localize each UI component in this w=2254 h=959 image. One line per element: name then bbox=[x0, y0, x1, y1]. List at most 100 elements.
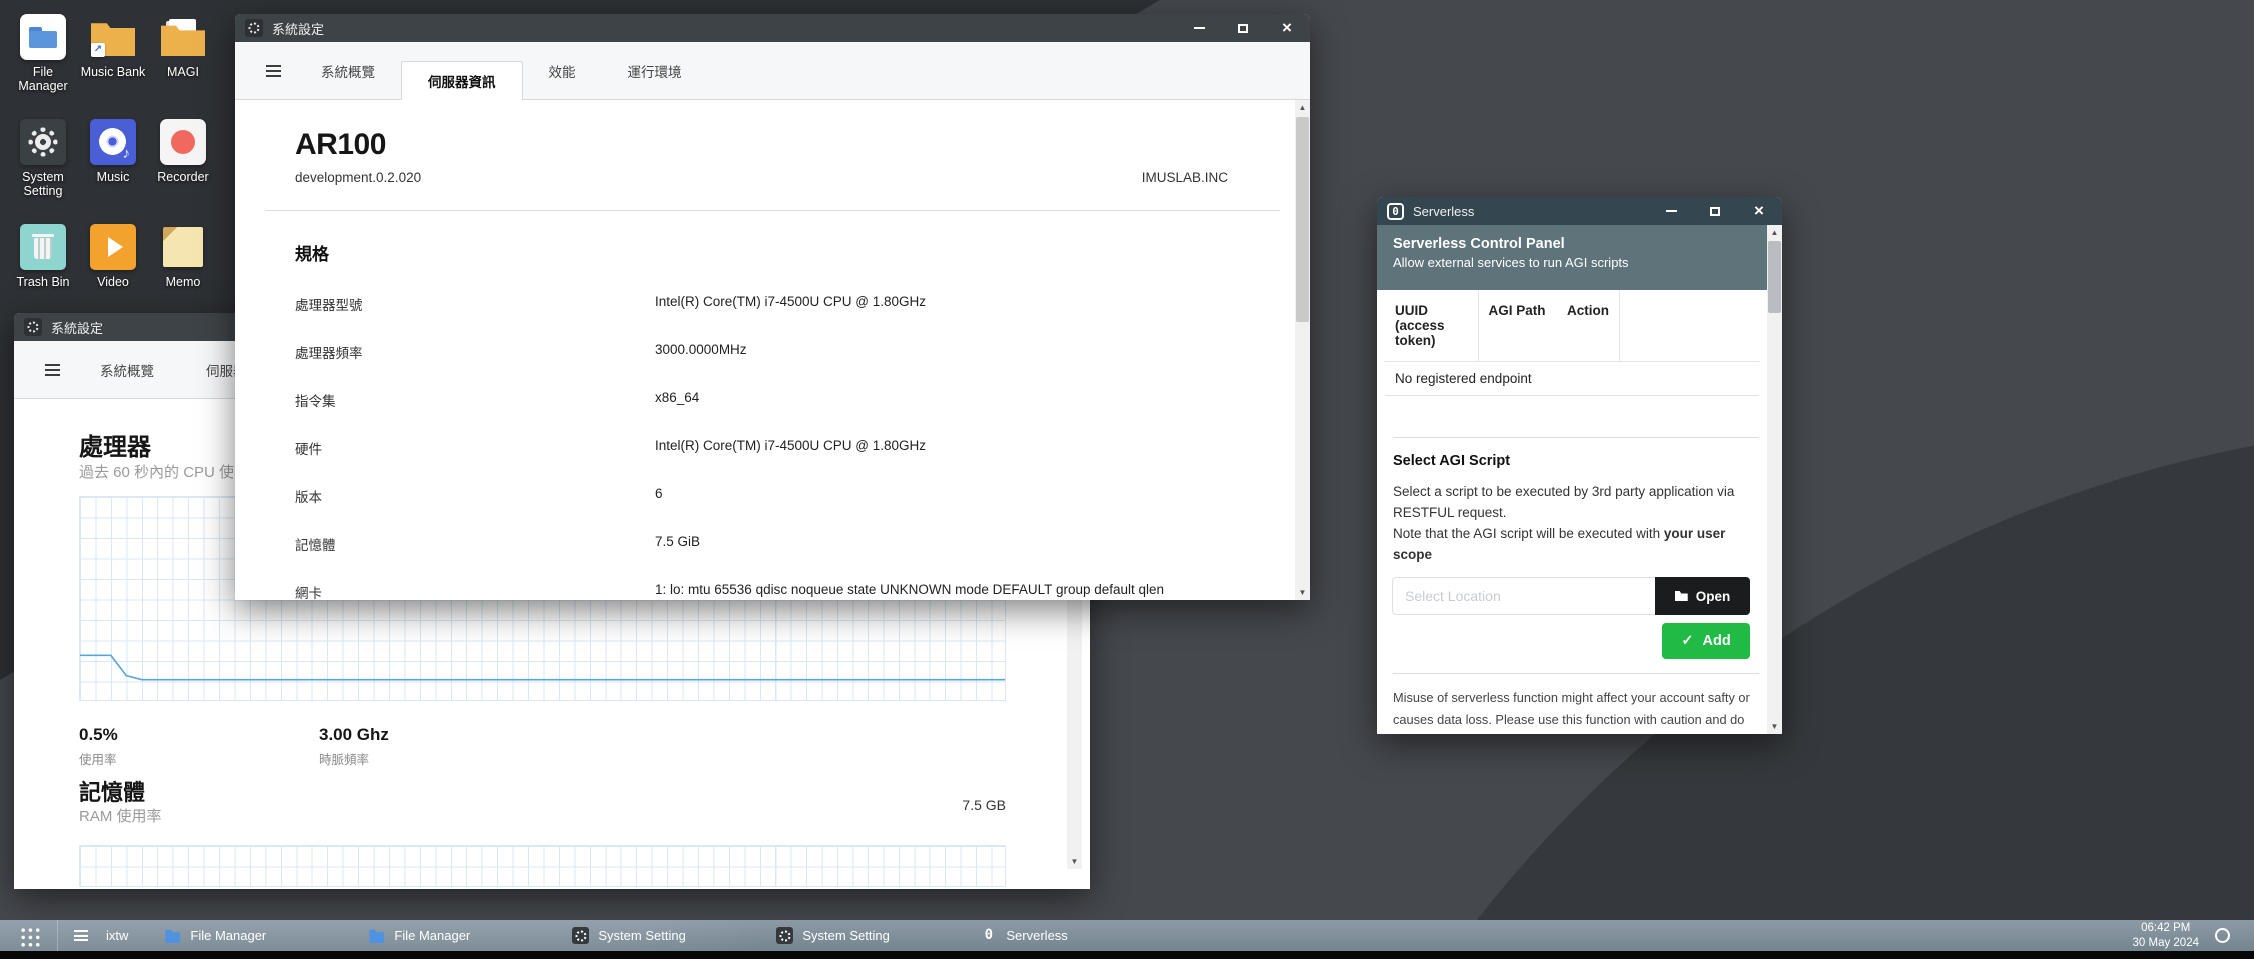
spec-row: 記憶體 7.5 GiB bbox=[295, 526, 1270, 574]
app-icon bbox=[90, 224, 136, 270]
scroll-up-icon[interactable]: ▲ bbox=[1767, 225, 1782, 240]
spec-value: 6 bbox=[655, 486, 1270, 501]
scrollbar[interactable]: ▲ ▼ bbox=[1295, 100, 1310, 600]
folder-icon bbox=[1675, 591, 1688, 601]
spec-label: 版本 bbox=[295, 486, 655, 506]
server-info-content: AR100 development.0.2.020 IMUSLAB.INC 規格… bbox=[235, 100, 1310, 600]
open-button-label: Open bbox=[1696, 589, 1731, 604]
specs-heading: 規格 bbox=[295, 240, 329, 265]
table-header-cell: AGI Path bbox=[1479, 290, 1558, 361]
spec-label: 網卡 bbox=[295, 582, 655, 600]
taskbar-app-icon bbox=[776, 927, 793, 944]
spec-row: 版本 6 bbox=[295, 478, 1270, 526]
window-titlebar[interactable]: 0 Serverless × bbox=[1377, 197, 1782, 225]
spec-label: 指令集 bbox=[295, 390, 655, 410]
scroll-up-icon[interactable]: ▲ bbox=[1295, 100, 1310, 115]
build-version: development.0.2.020 bbox=[295, 170, 421, 185]
close-button[interactable]: × bbox=[1752, 204, 1766, 218]
desktop-icon[interactable]: MAGI bbox=[148, 14, 218, 119]
serverless-content: Serverless Control Panel Allow external … bbox=[1377, 225, 1782, 734]
desktop-icon[interactable]: Music bbox=[78, 119, 148, 224]
maximize-icon bbox=[1238, 24, 1248, 33]
serverless-window: 0 Serverless × Serverless Control Panel … bbox=[1377, 197, 1782, 734]
tab[interactable]: 伺服器資訊 bbox=[401, 61, 523, 100]
add-button-label: Add bbox=[1702, 633, 1730, 649]
app-icon bbox=[160, 119, 206, 165]
hostname: AR100 bbox=[295, 128, 386, 162]
desktop: File Manager Music Bank MAGI System Sett… bbox=[0, 0, 2254, 959]
taskbar-item[interactable]: File Manager bbox=[368, 927, 572, 944]
menu-button[interactable] bbox=[251, 42, 295, 99]
desktop-icon-label: Recorder bbox=[148, 170, 218, 184]
scrollbar-thumb[interactable] bbox=[1768, 241, 1781, 313]
specs-table: 處理器型號 Intel(R) Core(TM) i7-4500U CPU @ 1… bbox=[295, 286, 1270, 600]
username-label: ixtw bbox=[106, 928, 128, 943]
add-button[interactable]: ✓ Add bbox=[1662, 623, 1750, 659]
close-button[interactable]: × bbox=[1280, 21, 1294, 35]
menu-button[interactable] bbox=[30, 341, 74, 398]
taskbar-menu-button[interactable] bbox=[58, 930, 104, 941]
spec-value: x86_64 bbox=[655, 390, 1270, 405]
minimize-button[interactable] bbox=[1664, 204, 1678, 218]
taskbar-app-icon bbox=[164, 927, 181, 944]
desktop-icon[interactable]: Recorder bbox=[148, 119, 218, 224]
script-location-input[interactable] bbox=[1392, 577, 1655, 615]
scroll-down-icon[interactable]: ▼ bbox=[1295, 585, 1310, 600]
cpu-section-subtitle: 過去 60 秒內的 CPU 使 bbox=[79, 461, 234, 482]
app-icon bbox=[20, 14, 66, 60]
spec-value: 1: lo: mtu 65536 qdisc noqueue state UNK… bbox=[655, 582, 1270, 597]
window-titlebar[interactable]: 系統設定 × bbox=[235, 14, 1310, 42]
select-agi-heading: Select AGI Script bbox=[1393, 453, 1510, 469]
memory-section-subtitle: RAM 使用率 bbox=[79, 805, 162, 826]
system-setting-window: 系統設定 × 系統概覽 伺服器資訊 效能 運行環境 AR bbox=[235, 14, 1310, 600]
taskbar-item[interactable]: System Setting bbox=[776, 927, 980, 944]
memory-section-title: 記憶體 bbox=[79, 775, 145, 807]
maximize-icon bbox=[1710, 207, 1720, 216]
app-icon bbox=[160, 14, 206, 60]
app-icon bbox=[160, 224, 206, 270]
scrollbar-thumb[interactable] bbox=[1296, 117, 1309, 322]
spec-row: 指令集 x86_64 bbox=[295, 382, 1270, 430]
open-button[interactable]: Open bbox=[1655, 577, 1750, 615]
serverless-header-panel: Serverless Control Panel Allow external … bbox=[1377, 225, 1767, 290]
tab[interactable]: 系統概覽 bbox=[74, 348, 180, 392]
spec-row: 網卡 1: lo: mtu 65536 qdisc noqueue state … bbox=[295, 574, 1270, 600]
taskbar-item[interactable]: Serverless bbox=[980, 927, 1184, 944]
tab[interactable]: 系統概覽 bbox=[295, 49, 401, 93]
desktop-icon[interactable]: System Setting bbox=[8, 119, 78, 224]
scrollbar[interactable]: ▲ ▼ bbox=[1767, 225, 1782, 734]
tab[interactable]: 運行環境 bbox=[602, 49, 708, 93]
desktop-icon-label: Memo bbox=[148, 275, 218, 289]
gear-icon bbox=[24, 318, 42, 336]
memory-usage-chart bbox=[79, 845, 1006, 887]
description-line: Select a script to be executed by 3rd pa… bbox=[1393, 484, 1734, 520]
spec-label: 硬件 bbox=[295, 438, 655, 458]
desktop-icon[interactable]: Music Bank bbox=[78, 14, 148, 119]
minimize-button[interactable] bbox=[1192, 21, 1206, 35]
tab[interactable]: 效能 bbox=[523, 49, 602, 93]
app-launcher-button[interactable] bbox=[0, 920, 58, 951]
memory-total-value: 7.5 GB bbox=[962, 797, 1006, 813]
cpu-section-title: 處理器 bbox=[79, 427, 151, 462]
desktop-icon-label: File Manager bbox=[8, 65, 78, 94]
maximize-button[interactable] bbox=[1708, 204, 1722, 218]
check-icon: ✓ bbox=[1681, 633, 1693, 649]
taskbar-item[interactable]: System Setting bbox=[572, 927, 776, 944]
tab-list: 系統概覽 伺服器資訊 效能 運行環境 bbox=[295, 42, 708, 99]
desktop-icon[interactable]: File Manager bbox=[8, 14, 78, 119]
scroll-down-icon[interactable]: ▼ bbox=[1767, 719, 1782, 734]
hamburger-icon bbox=[45, 364, 60, 376]
maximize-button[interactable] bbox=[1236, 21, 1250, 35]
scroll-down-icon[interactable]: ▼ bbox=[1067, 854, 1082, 869]
spec-row: 處理器頻率 3000.0000MHz bbox=[295, 334, 1270, 382]
taskbar: ixtw File Manager File Manager System Se… bbox=[0, 920, 2254, 951]
endpoint-table: UUID (access token) AGI Path Action No r… bbox=[1385, 290, 1759, 396]
serverless-app-icon: 0 bbox=[1387, 203, 1404, 220]
taskbar-app-icon bbox=[368, 927, 385, 944]
description-line: Note that the AGI script will be execute… bbox=[1393, 526, 1664, 541]
spec-label: 記憶體 bbox=[295, 534, 655, 554]
power-icon[interactable] bbox=[2215, 928, 2230, 943]
spec-row: 處理器型號 Intel(R) Core(TM) i7-4500U CPU @ 1… bbox=[295, 286, 1270, 334]
taskbar-item[interactable]: File Manager bbox=[164, 927, 368, 944]
screen-bottom-strip bbox=[0, 951, 2254, 959]
